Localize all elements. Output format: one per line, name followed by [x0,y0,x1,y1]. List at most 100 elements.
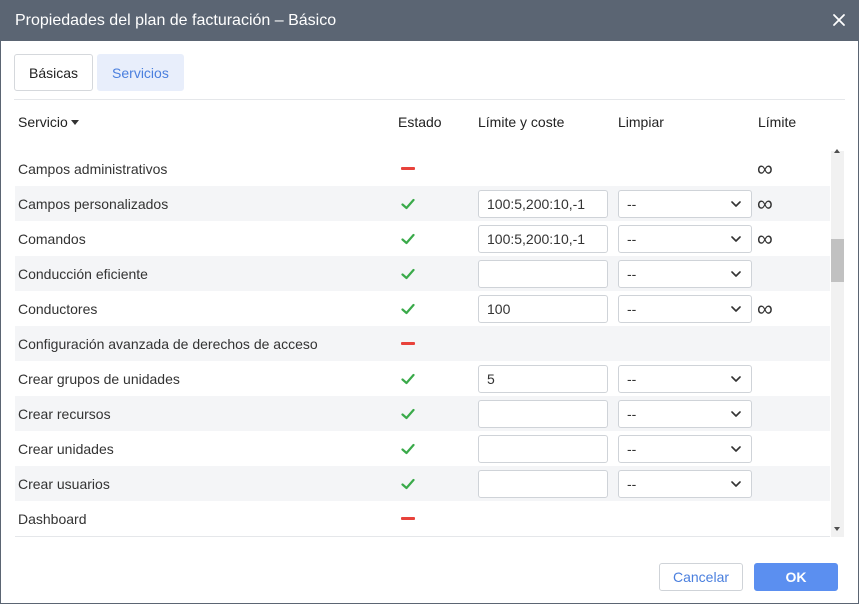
limit-cost-input[interactable] [478,435,608,463]
limit-cost-input[interactable] [478,260,608,288]
minus-icon [401,342,415,345]
scrollbar-track[interactable] [831,151,844,537]
service-status [401,151,415,186]
limit-value: ∞ [757,225,773,251]
billing-plan-dialog: Propiedades del plan de facturación – Bá… [0,0,859,604]
tab-bar: Básicas Servicios [14,54,188,91]
reset-period-value: -- [627,196,637,212]
reset-period-select[interactable]: -- [618,225,752,253]
reset-period-value: -- [627,266,637,282]
column-header-reset: Limpiar [618,114,664,130]
table-header: Servicio Estado Límite y coste Limpiar L… [15,101,844,143]
check-icon [401,373,415,384]
table-row: Crear grupos de unidades -- [15,361,830,396]
service-status [401,466,415,501]
check-icon [401,408,415,419]
service-status [401,256,415,291]
service-name: Campos personalizados [18,195,169,212]
column-header-limit-cost: Límite y coste [478,114,565,130]
service-name: Crear unidades [18,440,114,457]
table-row: Crear unidades -- [15,431,830,466]
table-row: Conducción eficiente -- [15,256,830,291]
chevron-down-icon [731,411,741,417]
reset-period-select[interactable]: -- [618,190,752,218]
minus-icon [401,167,415,170]
reset-period-select[interactable]: -- [618,295,752,323]
tab-basicas[interactable]: Básicas [14,54,94,91]
column-header-service[interactable]: Servicio [18,101,79,143]
service-name: Campos administrativos [18,160,168,177]
table-row: Crear recursos -- [15,396,830,431]
check-icon [401,198,415,209]
service-status [401,501,415,536]
service-status [401,326,415,361]
limit-cost-input[interactable] [478,295,608,323]
services-rows: Campos administrativos ∞ Campos personaliz… [15,151,830,536]
check-icon [401,268,415,279]
column-header-service-label: Servicio [18,114,68,130]
table-row: Dashboard [15,501,830,536]
table-row: Crear usuarios -- [15,466,830,501]
tab-servicios[interactable]: Servicios [97,54,184,91]
service-status [401,221,415,256]
reset-period-value: -- [627,301,637,317]
reset-period-value: -- [627,476,637,492]
service-status [401,431,415,466]
service-name: Crear usuarios [18,475,110,492]
reset-period-select[interactable]: -- [618,365,752,393]
reset-period-select[interactable]: -- [618,400,752,428]
chevron-down-icon [731,306,741,312]
column-header-status: Estado [398,114,442,130]
limit-value: ∞ [757,190,773,216]
check-icon [401,443,415,454]
service-name: Comandos [18,230,86,247]
tab-divider [14,99,845,100]
minus-icon [401,517,415,520]
chevron-down-icon [731,236,741,242]
service-name: Conductores [18,300,98,317]
limit-value: ∞ [757,155,773,181]
reset-period-value: -- [627,371,637,387]
chevron-down-icon [731,376,741,382]
service-name: Dashboard [18,510,87,527]
service-name: Configuración avanzada de derechos de ac… [18,335,318,352]
table-row: Conductores -- ∞ [15,291,830,326]
table-scrollbar[interactable] [830,143,845,537]
table-row: Comandos -- ∞ [15,221,830,256]
service-status [401,291,415,326]
service-name: Crear grupos de unidades [18,370,180,387]
reset-period-select[interactable]: -- [618,470,752,498]
chevron-down-icon [731,446,741,452]
service-status [401,361,415,396]
column-header-limit: Límite [758,114,797,130]
limit-cost-input[interactable] [478,400,608,428]
dialog-title: Propiedades del plan de facturación – Bá… [15,12,337,29]
sort-desc-icon [70,120,79,125]
limit-value: ∞ [757,295,773,321]
close-icon[interactable] [831,12,847,28]
chevron-down-icon [731,201,741,207]
reset-period-value: -- [627,406,637,422]
check-icon [401,303,415,314]
limit-cost-input[interactable] [478,365,608,393]
service-name: Crear recursos [18,405,111,422]
table-row: Configuración avanzada de derechos de ac… [15,326,830,361]
chevron-down-icon [731,481,741,487]
check-icon [401,478,415,489]
check-icon [401,233,415,244]
limit-cost-input[interactable] [478,190,608,218]
cancel-button[interactable]: Cancelar [659,563,743,591]
scrollbar-thumb[interactable] [831,239,844,282]
services-table: Campos administrativos ∞ Campos personaliz… [15,143,830,537]
reset-period-select[interactable]: -- [618,260,752,288]
ok-button[interactable]: OK [754,563,838,591]
limit-cost-input[interactable] [478,470,608,498]
table-row: Campos administrativos ∞ [15,151,830,186]
scroll-up-arrow-icon[interactable] [834,149,840,153]
scroll-down-arrow-icon[interactable] [834,527,840,531]
service-name: Conducción eficiente [18,265,148,282]
limit-cost-input[interactable] [478,225,608,253]
reset-period-select[interactable]: -- [618,435,752,463]
dialog-titlebar: Propiedades del plan de facturación – Bá… [1,1,858,41]
chevron-down-icon [731,271,741,277]
